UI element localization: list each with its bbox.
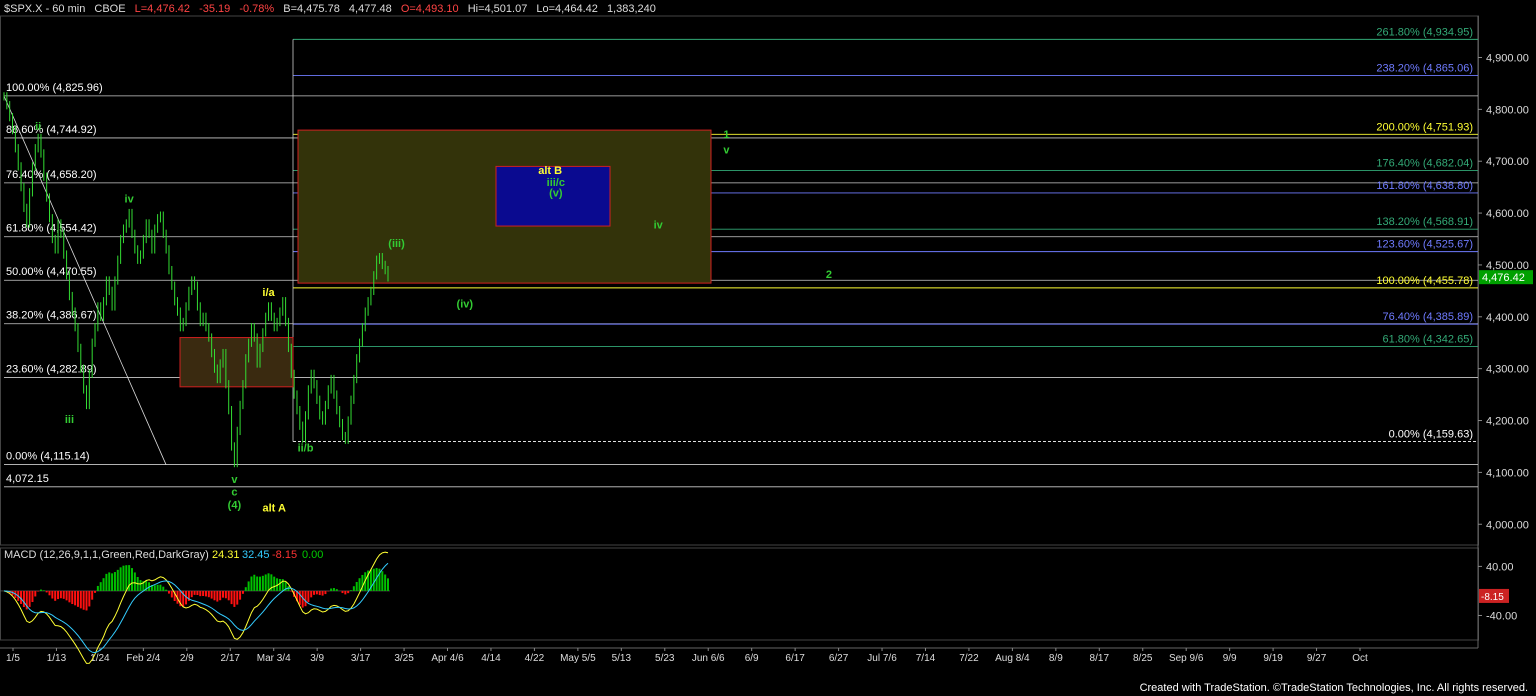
y-tick-label: 4,200.00 [1486,416,1529,428]
wave-label: (iii) [388,238,405,250]
wave-label: iii [65,414,74,426]
fib-right-label: 161.80% (4,638.80) [1376,180,1473,192]
chart-window: $SPX.X - 60 min CBOE L=4,476.42 -35.19 -… [0,0,1536,696]
x-tick-label: 3/25 [394,653,414,664]
x-tick-label: 5/13 [612,653,632,664]
copyright-footer: Created with TradeStation. ©TradeStation… [1139,682,1528,694]
x-tick-label: 3/17 [351,653,371,664]
x-tick-label: Oct [1352,653,1368,664]
price-chart[interactable]: 4,900.00 4,800.00 4,700.00 4,600.00 4,500.00… [0,0,1536,696]
y-tick-label: 4,300.00 [1486,364,1529,376]
x-tick-label: Jun 6/6 [692,653,725,664]
macd-line [3,551,389,664]
wave-label: (4) [228,500,242,512]
fib-left-label: 76.40% (4,658.20) [6,169,97,181]
wave-label: v [723,144,730,156]
y-tick-label: 4,000.00 [1486,519,1529,531]
x-tick-label: 9/9 [1223,653,1237,664]
x-tick-label: Feb 2/4 [126,653,160,664]
wave-label: v [231,474,238,486]
fib-left-label: 0.00% (4,115.14) [6,451,90,463]
x-tick-label: 4/14 [481,653,501,664]
x-tick-label: Mar 3/4 [257,653,291,664]
fib-right-label: 238.20% (4,865.06) [1376,63,1473,75]
fib-right-label: 200.00% (4,751.93) [1376,121,1473,133]
x-tick-label: 7/14 [916,653,936,664]
fib-left-label: 23.60% (4,282.89) [6,364,97,376]
macd-signal-line [3,562,389,654]
wave-label: alt A [263,502,286,514]
wave-label: ii [35,121,41,133]
x-tick-label: 6/27 [829,653,849,664]
wave-label: 1 [723,129,729,141]
x-tick-label: Apr 4/6 [431,653,464,664]
x-tick-label: 4/22 [525,653,545,664]
y-tick-label: 4,800.00 [1486,104,1529,116]
y-tick-label: 4,600.00 [1486,208,1529,220]
fib-right-label: 76.40% (4,385.89) [1382,311,1473,323]
fib-left-label: 61.80% (4,554.42) [6,223,97,235]
macd-title: MACD (12,26,9,1,1,Green,Red,DarkGray) [4,549,209,561]
macd-tick-label: -40.00 [1486,610,1517,622]
x-tick-label: 6/9 [745,653,759,664]
fib-right-label: 123.60% (4,525.67) [1376,239,1473,251]
last-price-tag-label: 4,476.42 [1482,272,1525,284]
x-tick-label: 8/17 [1090,653,1110,664]
wave-label: alt B [538,165,562,177]
fib-right-label: 100.00% (4,455.78) [1376,275,1473,287]
x-tick-label: 9/19 [1263,653,1283,664]
fib-left-label: 88.60% (4,744.92) [6,124,97,136]
fib-right-label: 0.00% (4,159.63) [1389,428,1473,440]
x-tick-label: May 5/5 [560,653,596,664]
wave-label: c [231,487,237,499]
x-tick-label: Aug 8/4 [995,653,1030,664]
y-tick-label: 4,100.00 [1486,467,1529,479]
x-tick-label: Sep 9/6 [1169,653,1204,664]
y-tick-label: 4,900.00 [1486,52,1529,64]
x-tick-label: 1/5 [6,653,20,664]
fib-right-label: 61.80% (4,342.65) [1382,334,1473,346]
x-tick-label: 2/17 [221,653,241,664]
x-tick-label: Jul 7/6 [867,653,897,664]
wave-label: (v) [549,187,563,199]
macd-value: -8.15 [272,549,297,561]
y-tick-label: 4,400.00 [1486,312,1529,324]
x-tick-label: 8/25 [1133,653,1153,664]
x-tick-label: 7/22 [959,653,979,664]
fib-right-label: 176.40% (4,682.04) [1376,158,1473,170]
wave-label: iv [654,220,664,232]
macd-value: 0.00 [302,549,323,561]
macd-value: 32.45 [242,549,270,561]
macd-last-tag-label: -8.15 [1481,592,1504,603]
wave-label: 2 [826,269,832,281]
support-box [179,337,294,388]
x-tick-label: 5/23 [655,653,675,664]
macd-tick-label: 40.00 [1486,561,1514,573]
x-tick-label: 9/27 [1307,653,1327,664]
fib-left-label: 4,072.15 [6,473,49,485]
x-tick-label: 2/9 [180,653,194,664]
x-tick-label: 1/13 [47,653,67,664]
y-tick-label: 4,700.00 [1486,156,1529,168]
y-tick-label: 4,500.00 [1486,260,1529,272]
fib-left-label: 100.00% (4,825.96) [6,82,103,94]
x-tick-label: 3/9 [310,653,324,664]
fib-right-label: 261.80% (4,934.95) [1376,26,1473,38]
wave-label: ii/b [298,443,314,455]
fib-right-label: 138.20% (4,568.91) [1376,216,1473,228]
wave-label: i/a [262,287,275,299]
fib-left-label: 38.20% (4,386.67) [6,310,97,322]
x-tick-label: 6/17 [785,653,805,664]
wave-label: (iv) [457,298,474,310]
macd-value: 24.31 [212,549,240,561]
x-tick-label: 8/9 [1049,653,1063,664]
wave-label: iv [125,194,135,206]
